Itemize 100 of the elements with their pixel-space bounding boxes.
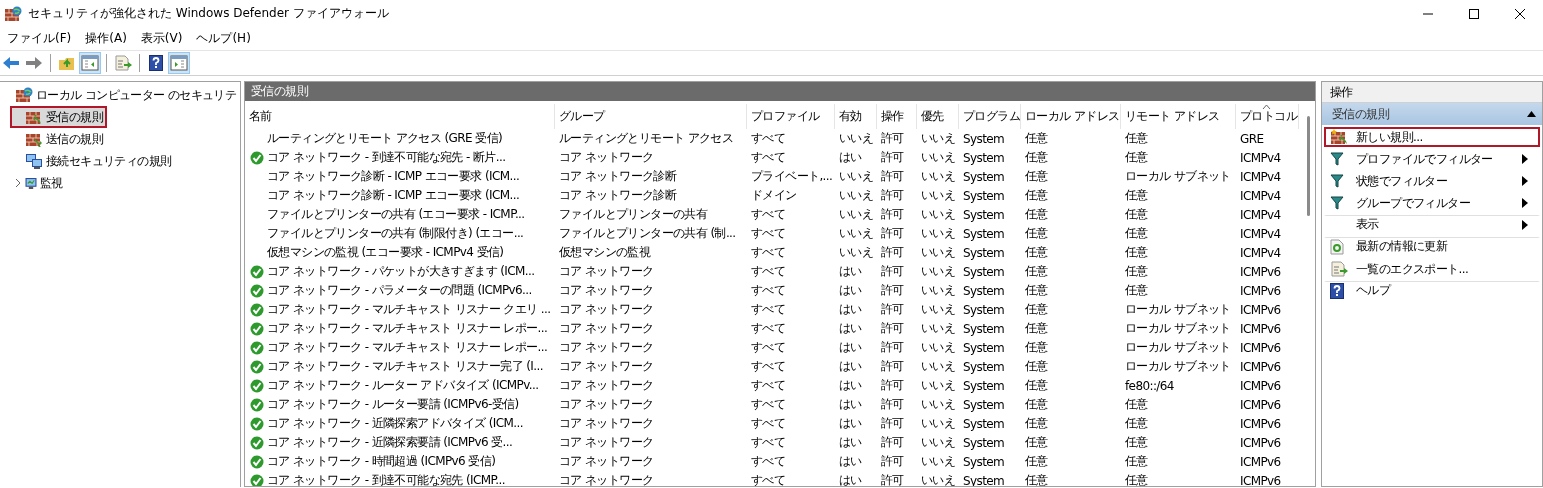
column-header[interactable]: プログラム <box>959 104 1021 129</box>
table-cell-text: ローカル サブネット <box>1124 301 1232 318</box>
table-cell-text: System <box>962 416 1006 431</box>
table-cell-text: コア ネットワーク <box>558 301 655 318</box>
table-cell-text: System <box>962 321 1006 336</box>
column-header[interactable]: ローカル アドレス <box>1021 104 1121 129</box>
column-header[interactable]: 優先 <box>917 104 959 129</box>
column-header[interactable]: プロトコル <box>1236 104 1299 129</box>
table-cell-text: 任意 <box>1024 453 1049 470</box>
refresh-icon <box>1330 238 1344 255</box>
table-cell-text: ローカル サブネット <box>1124 358 1232 375</box>
table-cell-text: すべて <box>750 415 787 432</box>
maximize-icon[interactable] <box>1469 8 1479 19</box>
inbound-rules-icon <box>25 109 43 125</box>
table-cell-text: いいえ <box>920 130 957 147</box>
tree-item[interactable]: ローカル コンピューター のセキュリテ <box>0 84 240 106</box>
table-cell-text: ルーティングとリモート アクセス <box>558 130 735 147</box>
table-cell-text: コア ネットワーク <box>558 358 655 375</box>
close-icon[interactable] <box>1515 8 1525 19</box>
column-header[interactable]: 有効 <box>835 104 877 129</box>
table-cell-text: すべて <box>750 472 787 486</box>
table-cell: コア ネットワーク - 到達不可能な宛先 - 断片... <box>267 149 506 166</box>
table-cell: コア ネットワーク - マルチキャスト リスナー レポー... <box>267 320 548 337</box>
menu-item[interactable]: 表示(V) <box>133 30 190 47</box>
action-item[interactable]: 最新の情報に更新 <box>1324 237 1540 257</box>
column-header[interactable]: 操作 <box>877 104 917 129</box>
table-cell-text: 任意 <box>1024 396 1049 413</box>
tree-item[interactable]: 受信の規則 <box>10 106 107 128</box>
table-cell-text: System <box>962 169 1006 184</box>
tree-item[interactable]: 送信の規則 <box>10 128 107 150</box>
table-cell-text: System <box>962 302 1006 317</box>
collapse-triangle-icon[interactable] <box>1527 111 1536 117</box>
table-cell: 仮想マシンの監視 (エコー要求 - ICMPv4 受信) <box>267 244 504 261</box>
action-item[interactable]: 状態でフィルター <box>1324 171 1540 191</box>
filter-icon <box>1330 174 1344 188</box>
table-cell-text: 許可 <box>880 415 905 432</box>
menu-item[interactable]: 操作(A) <box>78 30 134 47</box>
table-cell-text: コア ネットワーク <box>558 339 655 356</box>
table-cell-text: ICMPv4 <box>1239 207 1282 222</box>
action-item[interactable]: グループでフィルター <box>1324 193 1540 213</box>
action-item[interactable]: ヘルプ <box>1324 281 1540 301</box>
firewall-globe-icon <box>15 87 33 103</box>
table-cell-text: すべて <box>750 453 787 470</box>
table-cell-text: いいえ <box>838 168 875 185</box>
table-cell-text: 任意 <box>1024 472 1049 486</box>
table-cell-text: 任意 <box>1024 415 1049 432</box>
action-item[interactable]: 一覧のエクスポート... <box>1324 259 1540 279</box>
actions-pane-title: 操作 <box>1322 82 1542 103</box>
table-cell-text: System <box>962 131 1006 146</box>
table-cell: コア ネットワーク - 時間超過 (ICMPv6 受信) <box>267 453 496 470</box>
table-cell-text: 任意 <box>1124 263 1149 280</box>
table-cell: コア ネットワーク - マルチキャスト リスナー クエリ ... <box>267 301 551 318</box>
tree-item[interactable]: 監視 <box>10 172 67 194</box>
tree-item[interactable]: 接続セキュリティの規則 <box>10 150 176 172</box>
table-cell: コア ネットワーク - 到達不可能な宛先 (ICMP... <box>267 472 505 486</box>
back-arrow-icon <box>2 56 20 70</box>
column-header[interactable]: プロファイル <box>747 104 835 129</box>
action-item[interactable]: 新しい規則... <box>1324 127 1540 147</box>
column-header[interactable]: リモート アドレス <box>1121 104 1236 129</box>
table-cell-text: 許可 <box>880 282 905 299</box>
table-cell-text: いいえ <box>920 358 957 375</box>
column-header[interactable]: グループ <box>555 104 747 129</box>
table-cell-text: いいえ <box>920 206 957 223</box>
menu-item[interactable]: ヘルプ(H) <box>189 30 258 47</box>
action-item[interactable]: プロファイルでフィルター <box>1324 149 1540 169</box>
minimize-icon[interactable] <box>1423 12 1433 15</box>
menu-item[interactable]: ファイル(F) <box>0 30 79 47</box>
table-cell-text: System <box>962 150 1006 165</box>
table-cell-text: ICMPv6 <box>1239 359 1282 374</box>
table-cell-text: いいえ <box>838 206 875 223</box>
table-cell-text: 許可 <box>880 434 905 451</box>
action-item[interactable]: 表示 <box>1324 215 1540 235</box>
folder-up-icon <box>58 55 76 71</box>
table-cell-text: はい <box>838 453 863 470</box>
table-cell: ファイルとプリンターの共有 (制限付き) (エコー... <box>267 225 524 242</box>
table-cell-text: すべて <box>750 339 787 356</box>
column-header[interactable]: 名前 <box>245 104 555 129</box>
scrollbar-thumb[interactable] <box>1306 116 1310 216</box>
table-cell-text: いいえ <box>920 263 957 280</box>
table-cell-text: はい <box>838 301 863 318</box>
table-cell-text: ファイルとプリンターの共有 <box>558 206 709 223</box>
table-cell-text: はい <box>838 320 863 337</box>
table-cell-text: ファイルとプリンターの共有 (制... <box>558 225 737 242</box>
actions-section-header[interactable]: 受信の規則 <box>1322 103 1542 125</box>
table-cell-text: いいえ <box>920 396 957 413</box>
table-cell-text: いいえ <box>920 453 957 470</box>
table-cell-text: すべて <box>750 301 787 318</box>
table-cell-text: すべて <box>750 434 787 451</box>
forward-arrow-icon <box>25 56 43 70</box>
table-cell-text: 任意 <box>1124 434 1149 451</box>
table-cell-text: コア ネットワーク <box>558 377 655 394</box>
table-cell-text: System <box>962 264 1006 279</box>
expand-chevron-icon[interactable] <box>14 178 22 188</box>
table-cell-text: すべて <box>750 263 787 280</box>
table-cell-text: 許可 <box>880 301 905 318</box>
table-cell-text: 任意 <box>1024 149 1049 166</box>
table-cell-text: コア ネットワーク <box>558 396 655 413</box>
submenu-arrow-icon <box>1522 176 1528 186</box>
table-cell-text: 許可 <box>880 396 905 413</box>
table-cell-text: 任意 <box>1024 320 1049 337</box>
